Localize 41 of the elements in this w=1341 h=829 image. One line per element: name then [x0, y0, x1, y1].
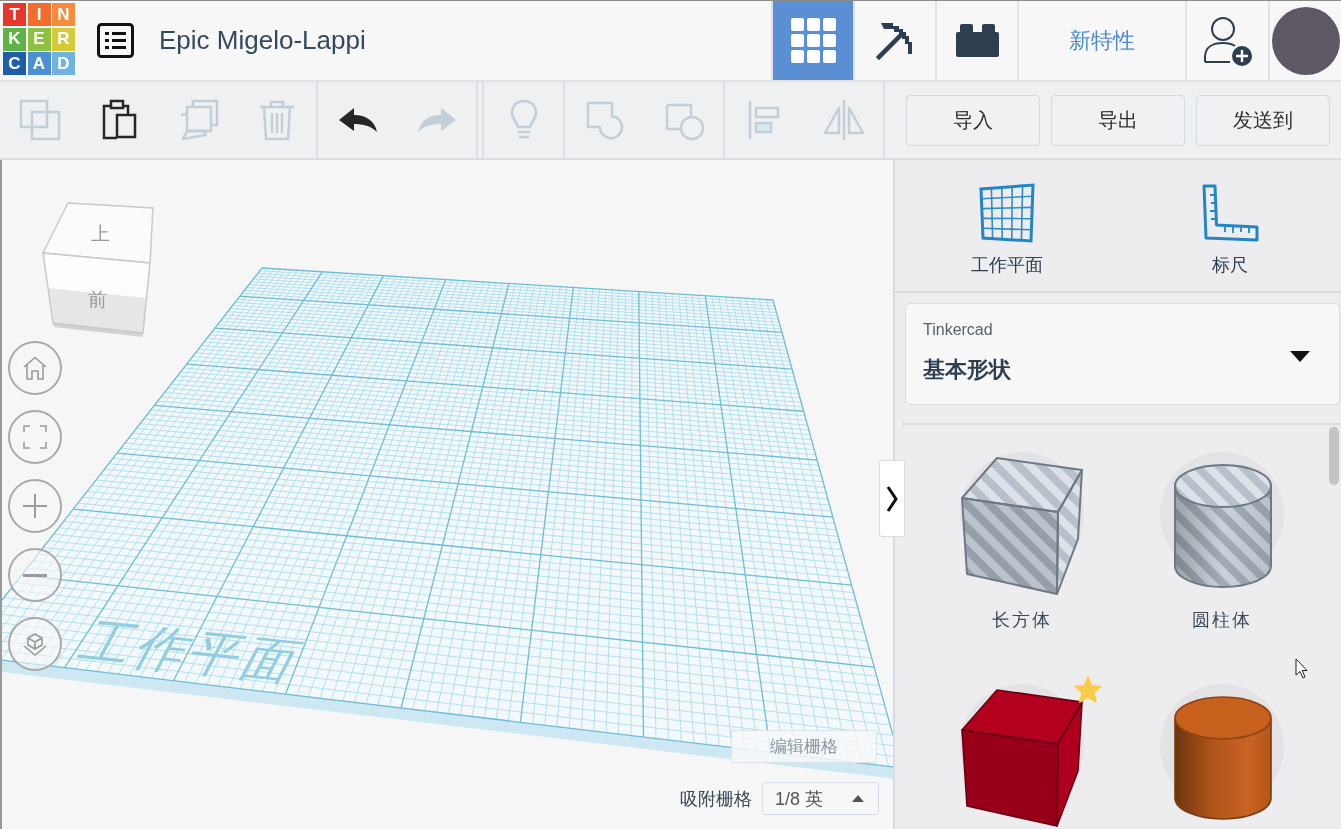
design-menu-button[interactable] — [97, 23, 134, 58]
copy-icon — [17, 98, 62, 142]
chevron-icon — [886, 484, 898, 513]
grid-plane-icon — [977, 183, 1036, 243]
cursor-icon — [1295, 658, 1308, 679]
ruler-tool-button[interactable]: 标尺 — [1118, 160, 1341, 291]
import-button[interactable]: 导入 — [906, 94, 1040, 146]
logo-tile[interactable]: C — [3, 52, 26, 75]
home-icon — [23, 356, 47, 380]
add-user-icon — [1202, 14, 1253, 67]
scrollbar-thumb[interactable] — [1329, 427, 1339, 485]
design-title: Epic Migelo-Lappi — [159, 25, 366, 56]
minus-icon — [23, 573, 47, 577]
logo-tile[interactable]: A — [27, 52, 51, 75]
ruler-icon — [1200, 183, 1259, 243]
workplane-label: 工作平面 — [70, 613, 314, 690]
snap-grid-select[interactable]: 1/8 英 — [762, 782, 879, 815]
caret-icon — [1290, 351, 1310, 362]
brick-icon — [955, 24, 999, 57]
list-icon — [97, 23, 134, 58]
workplane-tool-button[interactable]: 工作平面 — [895, 160, 1118, 291]
shape-library-select[interactable]: Tinkercad 基本形状 — [905, 303, 1340, 405]
export-button[interactable]: 导出 — [1051, 94, 1185, 146]
view-mode-button[interactable] — [8, 617, 62, 671]
caret-icon — [852, 795, 864, 802]
snap-grid-label: 吸附栅格 — [680, 787, 752, 811]
send-to-button[interactable]: 发送到 — [1196, 94, 1330, 146]
frame-corners-icon — [23, 425, 47, 449]
zoom-out-button[interactable] — [8, 548, 62, 602]
logo-tile[interactable]: T — [3, 3, 26, 26]
plus-icon — [23, 494, 47, 518]
cube-icon — [23, 632, 47, 656]
box-shape-button[interactable]: 长方体 — [922, 445, 1122, 632]
workplane-canvas[interactable]: 工作平面 上 前 编辑栅格 吸附栅格 1/8 英 — [0, 160, 893, 829]
grid-icon — [790, 18, 836, 63]
collapse-panel-button[interactable] — [879, 460, 905, 537]
zoom-in-button[interactable] — [8, 479, 62, 533]
mirror-icon — [821, 98, 866, 142]
cylinder-shape-button[interactable]: 圆柱体 — [1122, 445, 1322, 632]
fit-view-button[interactable] — [8, 410, 62, 464]
home-view-button[interactable] — [8, 341, 62, 395]
